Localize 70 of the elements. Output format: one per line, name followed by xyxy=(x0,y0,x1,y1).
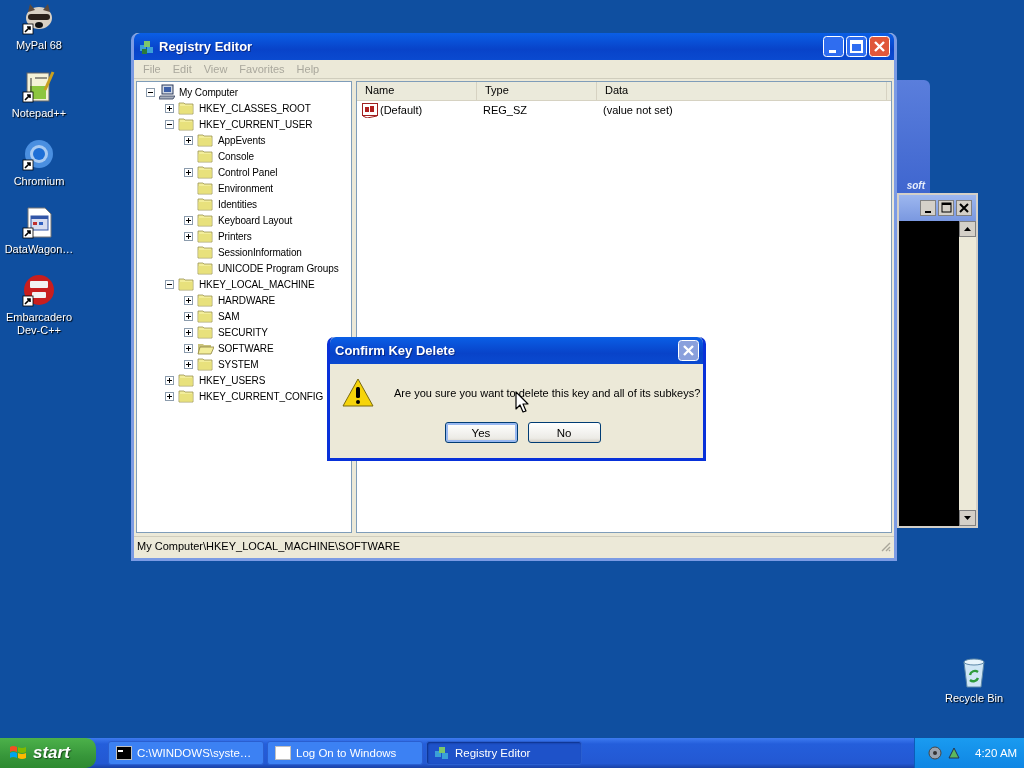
expand-button[interactable] xyxy=(184,231,193,241)
network-icon[interactable] xyxy=(946,745,962,761)
status-text: My Computer\HKEY_LOCAL_MACHINE\SOFTWARE xyxy=(137,540,402,552)
tree-item[interactable]: UNICODE Program Groups xyxy=(217,262,340,274)
tree-item[interactable]: HKEY_LOCAL_MACHINE xyxy=(198,278,316,290)
desktop-icon-label[interactable]: DataWagon… xyxy=(4,243,74,256)
tree-item[interactable]: Printers xyxy=(217,230,253,242)
window-icon xyxy=(275,746,291,760)
speaker-icon[interactable] xyxy=(927,745,943,761)
tree-item[interactable]: My Computer xyxy=(178,86,239,98)
tree-item[interactable]: Control Panel xyxy=(217,166,279,178)
tree-item[interactable]: Console xyxy=(217,150,255,162)
collapse-button[interactable] xyxy=(165,119,174,129)
resize-grip-icon[interactable] xyxy=(879,540,891,552)
column-header[interactable]: Data xyxy=(597,82,887,100)
tree-item[interactable]: SOFTWARE xyxy=(217,342,275,354)
collapse-button[interactable] xyxy=(146,87,155,97)
desktop-icon-label[interactable]: Notepad++ xyxy=(11,107,67,120)
expand-button[interactable] xyxy=(184,359,193,369)
registry-icon xyxy=(139,38,155,55)
expand-button[interactable] xyxy=(184,311,193,321)
expand-button[interactable] xyxy=(165,103,174,113)
collapse-button[interactable] xyxy=(165,279,174,289)
expand-button[interactable] xyxy=(165,375,174,385)
tree-item[interactable]: HARDWARE xyxy=(217,294,277,306)
expand-button[interactable] xyxy=(165,391,174,401)
tree-item[interactable]: HKEY_CURRENT_CONFIG xyxy=(198,390,325,402)
table-cell-text: REG_SZ xyxy=(482,103,528,116)
taskbar-button[interactable]: Log On to Windows xyxy=(267,741,423,765)
column-header[interactable]: Type xyxy=(477,82,597,100)
registry-icon xyxy=(434,745,450,761)
desktop-icon-label[interactable]: MyPal 68 xyxy=(16,39,62,52)
dialog-title: Confirm Key Delete xyxy=(335,343,456,358)
taskbar-button[interactable]: C:\WINDOWS\syste… xyxy=(108,741,264,765)
tree-item[interactable]: HKEY_CLASSES_ROOT xyxy=(198,102,312,114)
notepad-icon[interactable] xyxy=(21,70,57,104)
tree-item[interactable]: SYSTEM xyxy=(217,358,260,370)
tree-item[interactable]: Identities xyxy=(217,198,259,210)
column-header[interactable]: Name xyxy=(357,82,477,100)
tree-item[interactable]: HKEY_CURRENT_USER xyxy=(198,118,314,130)
table-cell-text: (value not set) xyxy=(602,103,674,116)
tree-item[interactable]: SECURITY xyxy=(217,326,269,338)
tree-item[interactable]: HKEY_USERS xyxy=(198,374,267,386)
yes-button[interactable]: Yes xyxy=(444,422,518,443)
expand-button[interactable] xyxy=(184,167,193,177)
desktop-icon-label[interactable]: Chromium xyxy=(13,175,65,188)
expand-button[interactable] xyxy=(184,327,193,337)
clock: 4:20 AM xyxy=(975,747,1018,759)
console-icon xyxy=(116,746,132,760)
tree-item[interactable]: Environment xyxy=(217,182,275,194)
desktop-icon-label[interactable]: Embarcadero Dev-C++ xyxy=(1,311,77,337)
expand-button[interactable] xyxy=(184,135,193,145)
warning-icon xyxy=(342,378,374,408)
dialog-message: Are you sure you want to delete this key and all of its subkeys? xyxy=(394,387,701,399)
start-button[interactable]: start xyxy=(0,738,96,768)
no-button[interactable]: No xyxy=(527,422,601,443)
tree-item[interactable]: Keyboard Layout xyxy=(217,214,294,226)
string-value-icon xyxy=(362,101,378,118)
expand-button[interactable] xyxy=(184,295,193,305)
taskbar-button[interactable]: Registry Editor xyxy=(426,741,582,765)
window-title: Registry Editor xyxy=(159,39,254,54)
tree-item[interactable]: SAM xyxy=(217,310,241,322)
table-cell[interactable]: (Default) xyxy=(380,103,423,116)
windows-logo-icon xyxy=(8,744,28,762)
expand-button[interactable] xyxy=(184,215,193,225)
desktop-icon-label[interactable]: Recycle Bin xyxy=(944,692,1004,705)
tree-item[interactable]: AppEvents xyxy=(217,134,267,146)
expand-button[interactable] xyxy=(184,343,193,353)
tree-item[interactable]: SessionInformation xyxy=(217,246,303,258)
banner-text: soft xyxy=(906,180,925,191)
